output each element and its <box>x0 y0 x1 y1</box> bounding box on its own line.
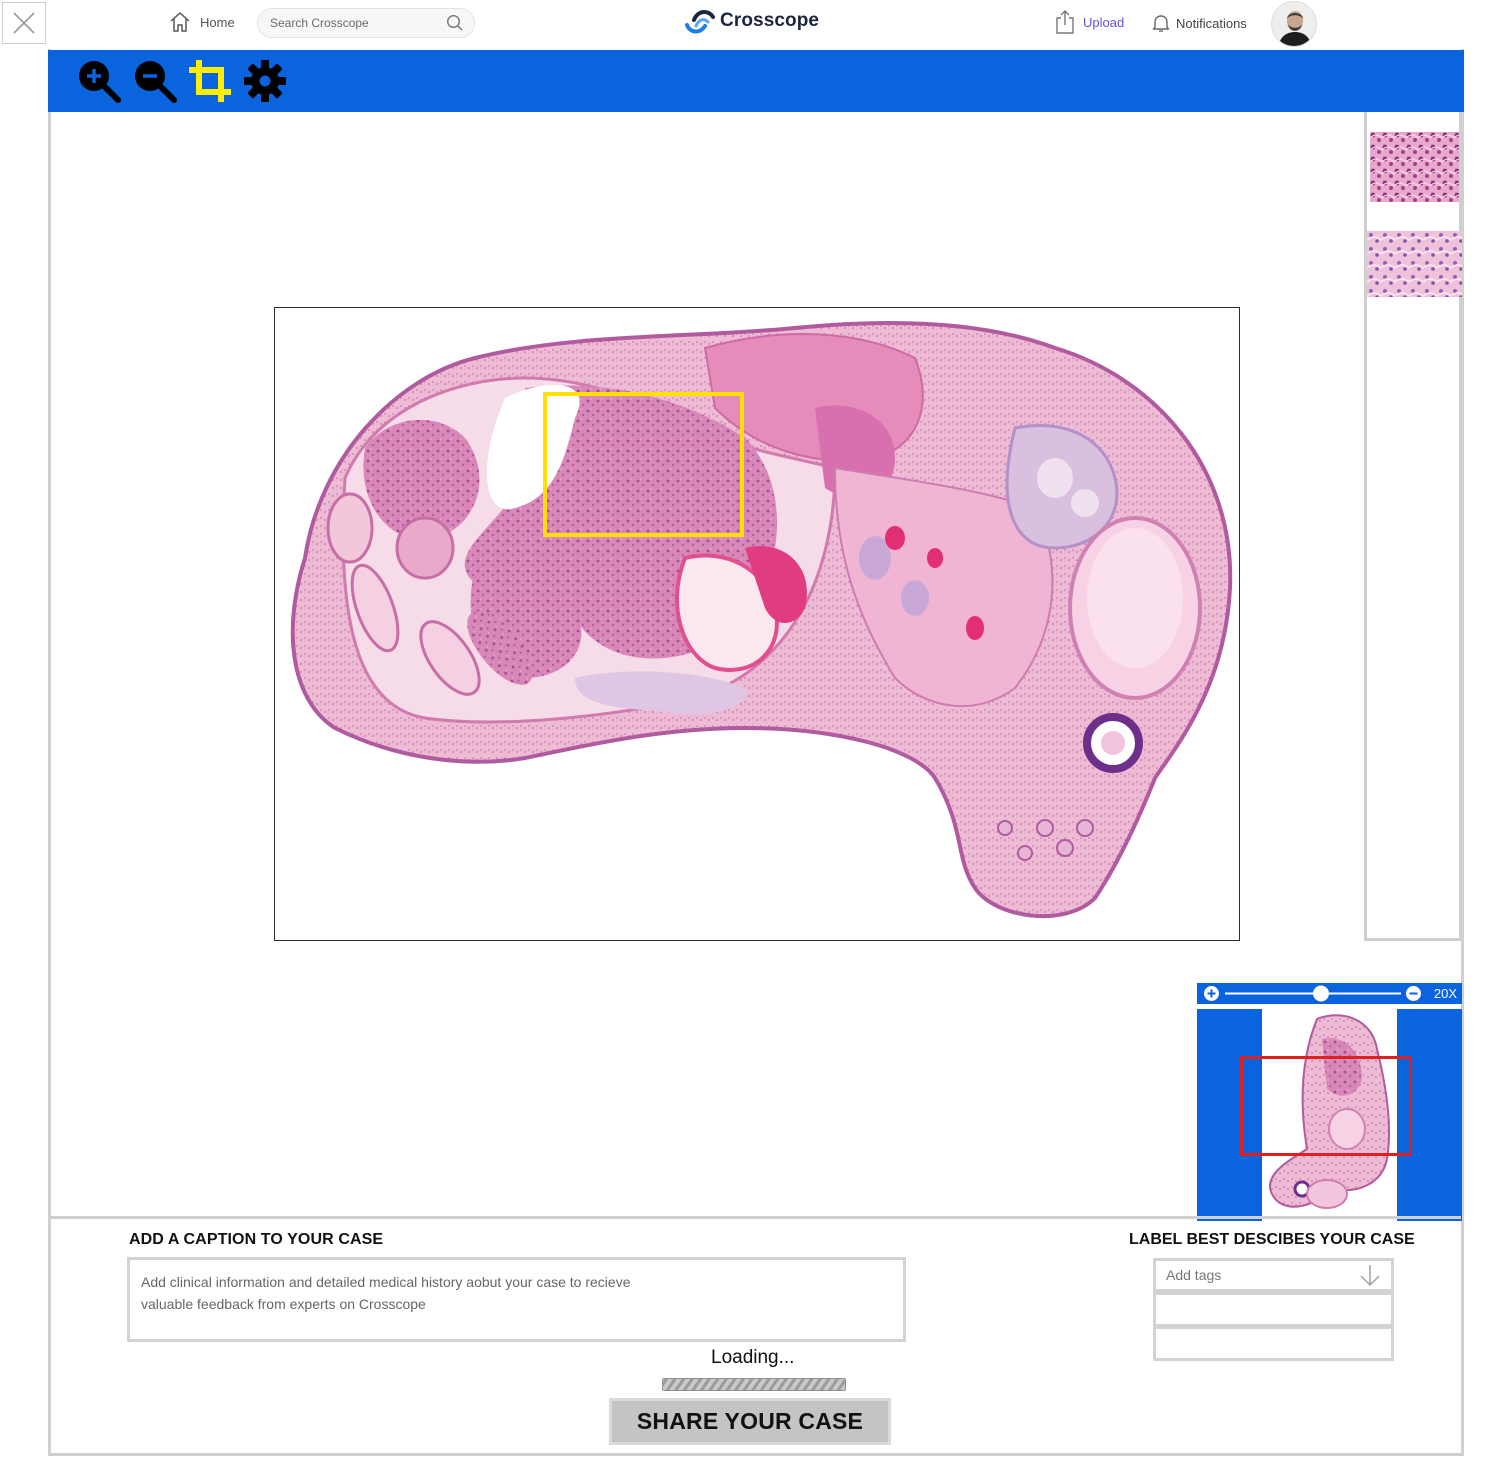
zoom-in-icon <box>79 61 121 103</box>
thumbnail-image <box>1370 132 1459 202</box>
zoom-level-label: 20X <box>1433 986 1457 1001</box>
tags-dropdown[interactable]: Add tags <box>1153 1258 1394 1292</box>
upload-button[interactable]: Upload <box>1055 9 1124 35</box>
slide-thumbnail[interactable] <box>1370 132 1459 202</box>
notifications-button[interactable]: Notifications <box>1152 13 1247 33</box>
close-button[interactable] <box>2 2 46 44</box>
close-icon <box>13 12 35 34</box>
slide-thumbnail[interactable] <box>1367 231 1462 297</box>
upload-icon <box>1056 10 1074 34</box>
brand-name: Crosscope <box>720 10 820 31</box>
crosscope-logo-icon <box>685 10 715 34</box>
label-title: LABEL BEST DESCIBES YOUR CASE <box>1129 1231 1415 1248</box>
caption-title: ADD A CAPTION TO YOUR CASE <box>129 1231 384 1248</box>
gear-icon <box>244 60 286 102</box>
top-navigation: Home Crosscope Upload Notification <box>0 0 1500 48</box>
crop-icon <box>189 60 231 102</box>
viewer-toolbar <box>48 50 1464 112</box>
slide-viewer[interactable] <box>274 307 1240 941</box>
thumbnail-image <box>1367 231 1462 297</box>
share-case-button[interactable]: SHARE YOUR CASE <box>609 1398 891 1445</box>
zoom-out-small-icon[interactable] <box>1405 985 1422 1002</box>
zoom-in-button[interactable] <box>74 55 124 107</box>
settings-button[interactable] <box>240 55 290 107</box>
home-label: Home <box>200 14 235 30</box>
zoom-out-button[interactable] <box>130 55 180 107</box>
bell-icon <box>1152 15 1170 32</box>
loading-status: Loading... <box>711 1347 795 1368</box>
brand-logo[interactable]: Crosscope <box>684 8 819 34</box>
progress-bar-fill <box>663 1379 845 1390</box>
search-bar[interactable] <box>257 8 475 38</box>
home-icon <box>170 12 190 32</box>
zoom-slider-handle[interactable] <box>1313 985 1329 1002</box>
crop-button[interactable] <box>185 55 235 107</box>
avatar-image <box>1272 2 1316 46</box>
notifications-label: Notifications <box>1176 15 1247 31</box>
tag-slot[interactable] <box>1153 1326 1394 1361</box>
thumbnail-strip <box>1364 112 1462 941</box>
zoom-out-icon <box>135 61 177 103</box>
user-avatar[interactable] <box>1271 1 1317 47</box>
nav-home-link[interactable]: Home <box>168 11 235 33</box>
tags-placeholder: Add tags <box>1166 1267 1222 1283</box>
arrow-down-icon <box>1359 1263 1381 1287</box>
search-input[interactable] <box>270 16 430 30</box>
tag-slot[interactable] <box>1153 1292 1394 1327</box>
zoom-slider[interactable] <box>1225 983 1401 1004</box>
histology-slide-image <box>290 320 1233 919</box>
slide-navigator[interactable] <box>1197 1009 1462 1221</box>
caption-textarea[interactable]: Add clinical information and detailed me… <box>127 1257 906 1342</box>
navigator-zoom-bar: 20X <box>1197 983 1462 1004</box>
progress-bar <box>662 1378 846 1391</box>
navigator-viewport-rectangle[interactable] <box>1240 1056 1412 1156</box>
search-icon[interactable] <box>446 14 464 32</box>
upload-label: Upload <box>1083 14 1125 30</box>
zoom-in-small-icon[interactable] <box>1203 985 1220 1002</box>
panel-divider <box>51 1216 1461 1219</box>
